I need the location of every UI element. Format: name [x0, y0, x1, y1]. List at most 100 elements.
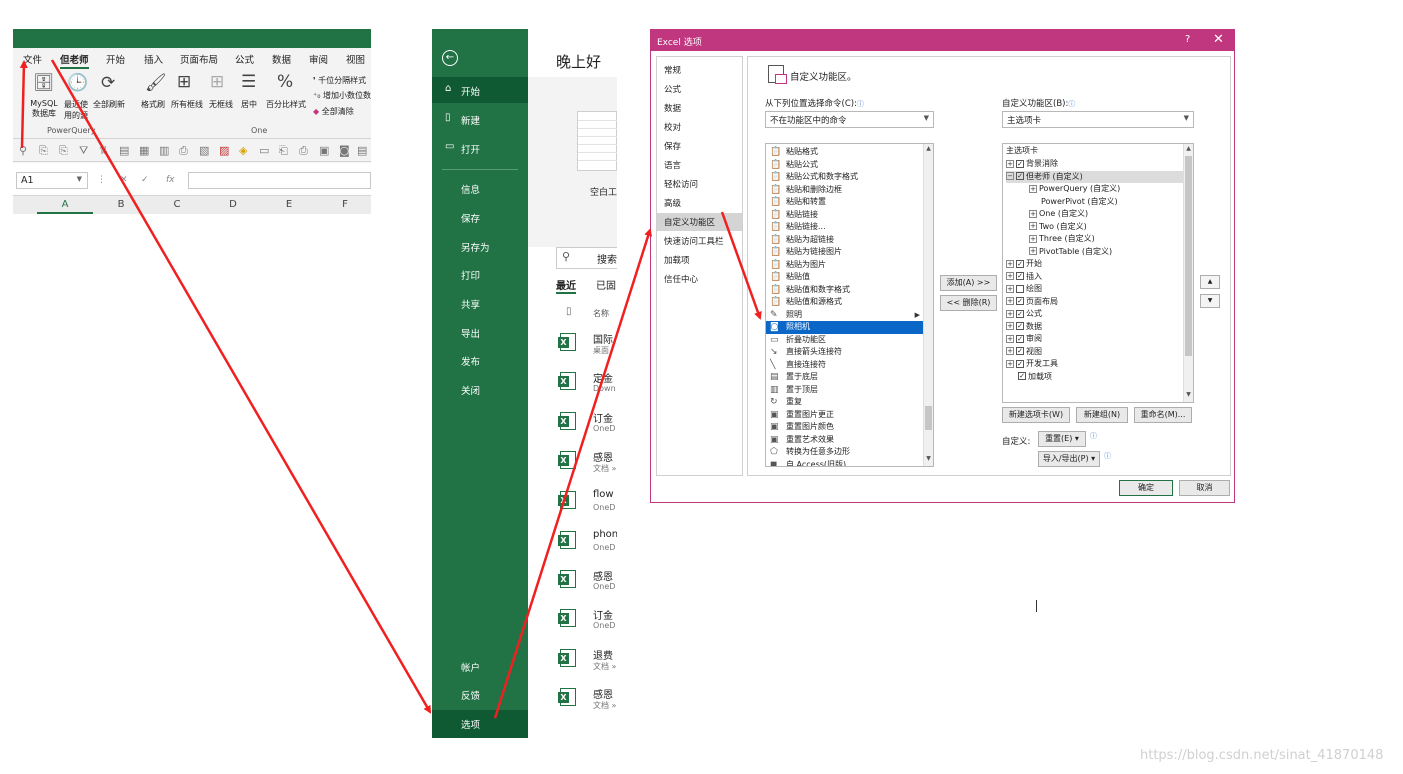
- list-item[interactable]: 订金OneD: [556, 406, 617, 442]
- tree-item[interactable]: + ✓ 公式: [1006, 308, 1184, 321]
- expand-icon[interactable]: +: [1029, 222, 1037, 230]
- command-item[interactable]: 📋 粘贴和删除边框: [766, 184, 924, 197]
- tab-formulas[interactable]: 公式: [235, 52, 254, 66]
- comma-style-button[interactable]: ❜ 千位分隔样式: [313, 75, 366, 86]
- command-item[interactable]: ◼ 自 Access(旧版): [766, 459, 924, 467]
- tree-item[interactable]: + PivotTable (自定义): [1029, 246, 1184, 259]
- customize-ribbon-select[interactable]: 主选项卡 ▼: [1002, 111, 1194, 128]
- qat-icon[interactable]: ▦: [139, 144, 149, 157]
- command-item[interactable]: 📋 粘贴值和数字格式: [766, 284, 924, 297]
- tree-item[interactable]: ✓ 加载项: [1006, 371, 1184, 384]
- qat-icon[interactable]: ⎙: [299, 144, 308, 158]
- options-nav-item[interactable]: 数据: [657, 99, 742, 117]
- tab-recent[interactable]: 最近: [556, 277, 576, 294]
- command-item[interactable]: 📋 粘贴格式: [766, 146, 924, 159]
- back-arrow-icon[interactable]: ←: [442, 50, 458, 66]
- expand-icon[interactable]: +: [1029, 234, 1037, 243]
- tree-item[interactable]: + ✓ 页面布局: [1006, 296, 1184, 309]
- nav-info[interactable]: 信息: [432, 175, 528, 201]
- tree-item[interactable]: + ✓ 开始: [1006, 258, 1184, 271]
- expand-icon[interactable]: +: [1006, 322, 1014, 330]
- checkbox[interactable]: ✓: [1016, 159, 1024, 168]
- command-item[interactable]: ↘ 直接箭头连接符: [766, 346, 924, 359]
- qat-icon[interactable]: ▧: [199, 144, 209, 157]
- search-input[interactable]: ⚲ 搜索: [556, 247, 617, 269]
- qat-icon[interactable]: ▤: [119, 144, 129, 157]
- nav-export[interactable]: 导出: [432, 319, 528, 345]
- expand-icon[interactable]: +: [1006, 297, 1014, 305]
- command-item[interactable]: ▭ 折叠功能区: [766, 334, 924, 347]
- checkbox[interactable]: ✓: [1016, 272, 1024, 280]
- column-header[interactable]: E: [261, 199, 317, 210]
- list-item[interactable]: flow OneD: [556, 485, 617, 521]
- scrollbar[interactable]: ▲ ▼: [1183, 144, 1193, 402]
- refresh-all-button[interactable]: 全部刷新: [91, 99, 127, 110]
- command-item[interactable]: 📋 粘贴值和源格式: [766, 296, 924, 309]
- choose-commands-select[interactable]: 不在功能区中的命令 ▼: [765, 111, 934, 128]
- command-item[interactable]: 📋 粘贴链接...: [766, 221, 924, 234]
- expand-icon[interactable]: +: [1006, 334, 1014, 343]
- scroll-down-icon[interactable]: ▼: [1184, 391, 1193, 401]
- nav-print[interactable]: 打印: [432, 261, 528, 287]
- command-item[interactable]: ✎ 照明 ▶: [766, 309, 924, 322]
- command-item[interactable]: ▤ 置于底层: [766, 371, 924, 384]
- scroll-thumb[interactable]: [1185, 156, 1192, 356]
- column-header[interactable]: C: [149, 199, 205, 210]
- cancel-icon[interactable]: ✕: [120, 175, 128, 185]
- qat-icon[interactable]: ⎙: [179, 144, 188, 158]
- options-nav-item[interactable]: 语言: [657, 156, 742, 174]
- cancel-button[interactable]: 取消: [1179, 480, 1230, 496]
- scrollbar[interactable]: ▲ ▼: [923, 144, 933, 466]
- command-item[interactable]: ⬠ 转换为任意多边形: [766, 446, 924, 459]
- command-item[interactable]: 📋 粘贴为链接图片: [766, 246, 924, 259]
- qat-icon[interactable]: ▤: [357, 144, 367, 157]
- move-up-button[interactable]: ▲: [1200, 275, 1220, 289]
- format-painter-button[interactable]: 格式刷: [139, 99, 167, 110]
- expand-icon[interactable]: +: [1006, 272, 1014, 280]
- all-borders-button[interactable]: 所有框线: [168, 99, 206, 110]
- options-nav-item[interactable]: 加载项: [657, 251, 742, 269]
- enter-icon[interactable]: ✓: [141, 175, 149, 185]
- command-item[interactable]: ◙ 照相机: [766, 321, 924, 334]
- command-item[interactable]: 📋 粘贴值: [766, 271, 924, 284]
- expand-icon[interactable]: +: [1029, 209, 1037, 218]
- add-button[interactable]: 添加(A) >>: [940, 275, 997, 291]
- tree-item[interactable]: + ✓ 背景消除: [1006, 158, 1184, 171]
- command-item[interactable]: 📋 粘贴公式和数字格式: [766, 171, 924, 184]
- command-item[interactable]: 📋 粘贴和转置: [766, 196, 924, 209]
- column-header[interactable]: B: [93, 199, 149, 210]
- checkbox[interactable]: ✓: [1016, 359, 1024, 368]
- qat-icon[interactable]: ⚲: [19, 144, 27, 157]
- center-button[interactable]: 居中: [237, 99, 261, 110]
- scroll-up-icon[interactable]: ▲: [1184, 145, 1193, 155]
- recent-sources-button[interactable]: 最近使 用的源: [61, 99, 91, 121]
- scroll-up-icon[interactable]: ▲: [924, 145, 933, 155]
- tab-file[interactable]: 文件: [23, 52, 42, 66]
- reset-button[interactable]: 重置(E) ▾: [1038, 431, 1086, 447]
- checkbox[interactable]: ✓: [1016, 297, 1024, 305]
- nav-options[interactable]: 选项: [432, 710, 528, 738]
- checkbox[interactable]: ✓: [1016, 309, 1024, 318]
- column-header[interactable]: A: [37, 199, 93, 210]
- options-nav-item[interactable]: 保存: [657, 137, 742, 155]
- blank-workbook-thumbnail[interactable]: [577, 111, 617, 171]
- collapse-icon[interactable]: −: [1006, 172, 1014, 180]
- list-item[interactable]: 感恩文档 »: [556, 445, 617, 481]
- filter-icon[interactable]: ⛛: [79, 144, 88, 158]
- nav-home[interactable]: ⌂ 开始: [432, 77, 528, 103]
- command-item[interactable]: ▣ 重置艺术效果: [766, 434, 924, 447]
- nav-share[interactable]: 共享: [432, 290, 528, 316]
- tab-page-layout[interactable]: 页面布局: [180, 52, 218, 66]
- command-item[interactable]: 📋 粘贴公式: [766, 159, 924, 172]
- tree-item[interactable]: + 绘图: [1006, 283, 1184, 296]
- expand-icon[interactable]: +: [1006, 359, 1014, 368]
- command-item[interactable]: ▣ 重置图片更正: [766, 409, 924, 422]
- column-header[interactable]: F: [317, 199, 371, 210]
- list-item[interactable]: 退费文档 »: [556, 643, 617, 679]
- nav-save-as[interactable]: 另存为: [432, 233, 528, 259]
- qat-icon[interactable]: ⎘: [59, 144, 68, 158]
- qat-icon[interactable]: ▣: [319, 144, 329, 157]
- ok-button[interactable]: 确定: [1119, 480, 1173, 496]
- clear-all-button[interactable]: ◆ 全部清除: [313, 106, 354, 117]
- expand-icon[interactable]: +: [1029, 184, 1037, 193]
